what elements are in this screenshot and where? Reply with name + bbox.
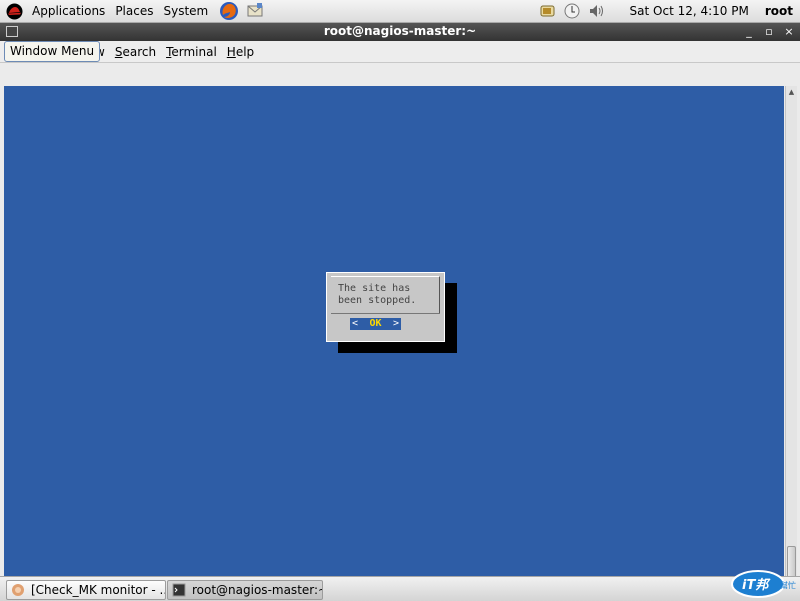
volume-icon[interactable] — [587, 2, 605, 20]
dialog-separator — [331, 313, 440, 314]
system-menu[interactable]: System — [158, 0, 213, 23]
menu-help-mnemonic: H — [226, 44, 236, 59]
menu-terminal-label: erminal — [171, 44, 217, 59]
svg-text:幫忙: 幫忙 — [780, 580, 796, 590]
menu-help-label: elp — [235, 44, 255, 59]
bottom-panel: [Check_MK monitor - ... root@nagios-mast… — [0, 576, 800, 601]
top-panel: Applications Places System Sat Oct 12, 4… — [0, 0, 800, 23]
ithome-watermark-logo: iT邦 幫忙 — [731, 570, 796, 598]
applications-menu[interactable]: Applications — [27, 0, 110, 23]
close-button[interactable]: × — [782, 23, 796, 41]
battery-icon[interactable] — [539, 2, 557, 20]
site-stopped-dialog: The site has been stopped. — [326, 272, 445, 342]
maximize-button[interactable]: ▫ — [762, 23, 776, 41]
svg-text:iT邦: iT邦 — [742, 577, 771, 593]
mail-icon[interactable] — [245, 1, 265, 21]
window-menu-tooltip: Window Menu — [4, 41, 101, 62]
window-title: root@nagios-master:~ — [323, 24, 477, 38]
firefox-icon — [12, 584, 24, 596]
taskbar-item-label: root@nagios-master:~ — [192, 583, 323, 597]
menu-search[interactable]: Search — [110, 45, 161, 59]
menu-search-label: earch — [122, 44, 157, 59]
menu-terminal[interactable]: Terminal — [161, 45, 222, 59]
panel-tray: Sat Oct 12, 4:10 PM root — [536, 0, 800, 23]
taskbar-item-terminal[interactable]: root@nagios-master:~ — [167, 580, 323, 600]
taskbar-item-firefox[interactable]: [Check_MK monitor - ... — [6, 580, 166, 600]
minimize-button[interactable]: _ — [742, 23, 756, 41]
ok-button[interactable]: < OK > — [350, 318, 401, 330]
terminal-scrollbar[interactable]: ▲ ▼ — [785, 86, 797, 596]
dialog-message-line1: The site has — [338, 283, 411, 294]
clock[interactable]: Sat Oct 12, 4:10 PM — [630, 4, 749, 18]
terminal-menubar: File Edit View Search Terminal Help — [0, 41, 800, 63]
user-name[interactable]: root — [765, 4, 793, 18]
update-icon[interactable] — [563, 2, 581, 20]
ok-right-bracket: > — [392, 318, 399, 329]
dialog-message-line2: been stopped. — [338, 295, 417, 306]
window-titlebar[interactable]: root@nagios-master:~ _ ▫ × — [0, 23, 800, 41]
places-menu[interactable]: Places — [110, 0, 158, 23]
menu-help[interactable]: Help — [222, 45, 259, 59]
terminal-icon — [172, 583, 186, 597]
scroll-up-icon[interactable]: ▲ — [786, 87, 797, 98]
ok-label: OK — [369, 318, 382, 329]
dialog-message: The site has been stopped. — [338, 283, 416, 307]
ok-left-bracket: < — [352, 318, 359, 329]
firefox-icon[interactable] — [219, 1, 239, 21]
redhat-logo-icon[interactable] — [6, 3, 23, 20]
taskbar-item-label: [Check_MK monitor - ... — [31, 583, 166, 597]
